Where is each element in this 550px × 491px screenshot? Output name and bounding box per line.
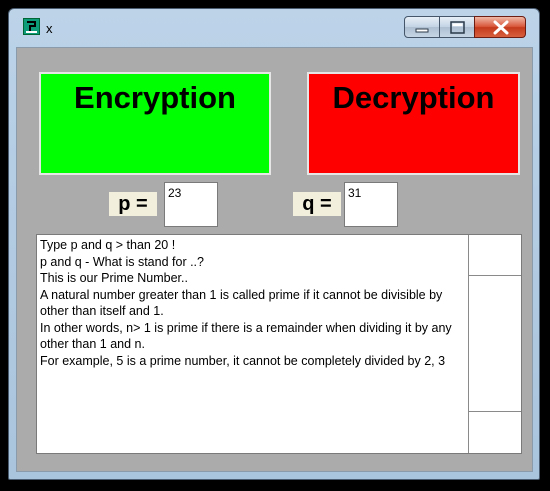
maximize-icon	[450, 21, 465, 34]
p-label: p =	[109, 192, 157, 216]
close-icon	[493, 20, 509, 35]
client-area: Encryption Decryption p = 23 q = 31 Type…	[16, 47, 533, 472]
app-logo-icon	[23, 18, 40, 35]
scroll-down-button[interactable]	[469, 411, 521, 453]
app-window: x Encryption Decryption p = 23 q = 31 Ty…	[8, 8, 540, 480]
info-memo[interactable]: Type p and q > than 20 ! p and q - What …	[36, 234, 522, 454]
title-bar[interactable]: x	[9, 9, 539, 47]
scroll-up-button[interactable]	[469, 235, 521, 276]
minimize-button[interactable]	[404, 16, 440, 38]
memo-text: Type p and q > than 20 ! p and q - What …	[40, 238, 452, 368]
minimize-icon	[415, 28, 429, 33]
q-input[interactable]: 31	[344, 182, 398, 227]
vertical-scrollbar[interactable]	[468, 235, 521, 453]
decryption-button[interactable]: Decryption	[307, 72, 520, 175]
encryption-label: Encryption	[74, 80, 236, 115]
decryption-label: Decryption	[332, 80, 495, 115]
window-title: x	[46, 21, 53, 36]
maximize-button[interactable]	[439, 16, 475, 38]
p-input[interactable]: 23	[164, 182, 218, 227]
encryption-button[interactable]: Encryption	[39, 72, 271, 175]
q-label: q =	[293, 192, 341, 216]
close-button[interactable]	[474, 16, 526, 38]
